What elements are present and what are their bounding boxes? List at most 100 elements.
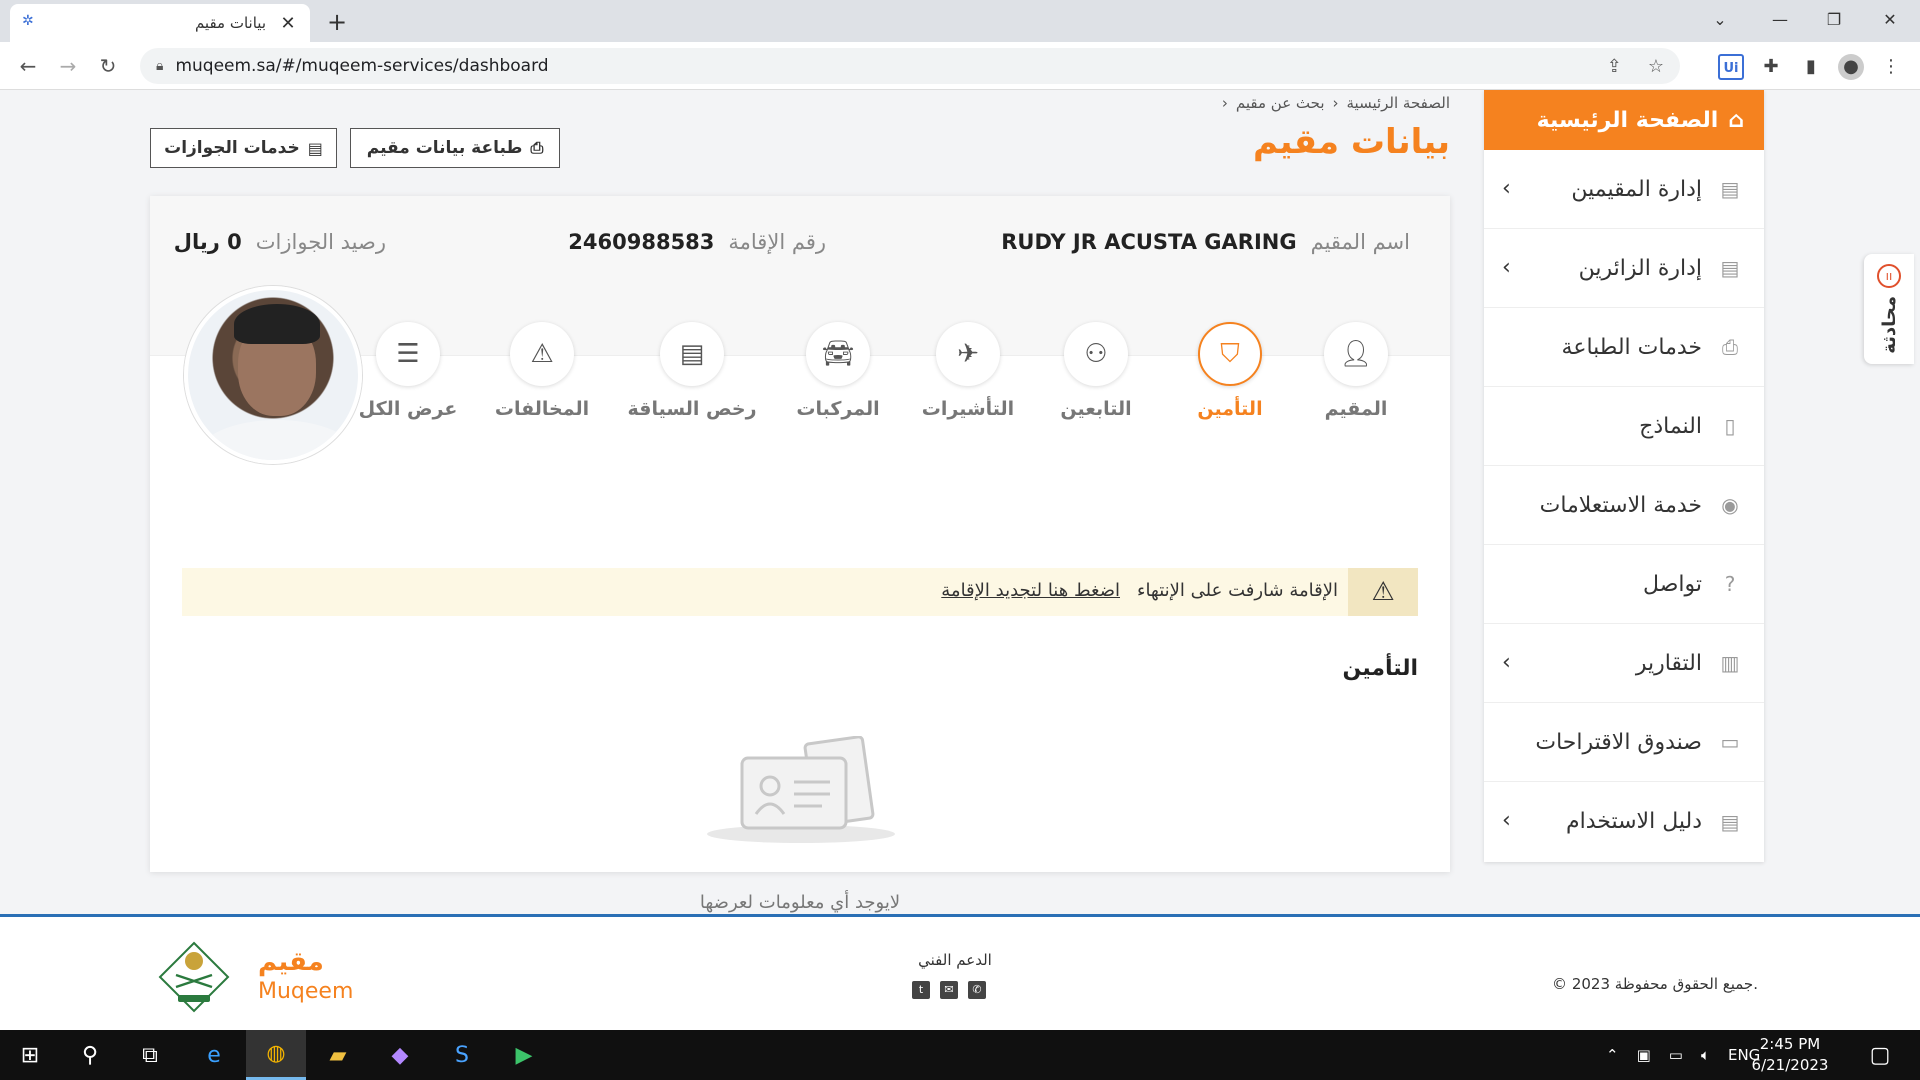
id-card-icon: ▤ [660, 322, 724, 386]
footer: © جميع الحقوق محفوظة 2023. الدعم الفني t… [0, 917, 1920, 1030]
back-icon[interactable]: ← [14, 52, 42, 80]
email-icon[interactable]: ✉ [940, 981, 958, 999]
sidebar-home-label: الصفحة الرئيسية [1536, 107, 1719, 133]
sidebar-item-label: خدمة الاستعلامات [1539, 492, 1702, 518]
print-resident-button[interactable]: طباعة بيانات مقيم ⎙ [350, 128, 560, 168]
sidebar-item-label: خدمات الطباعة [1561, 334, 1702, 360]
clock-date: 6/21/2023 [1751, 1056, 1829, 1074]
shield-icon: ⛉ [1198, 322, 1262, 386]
sidebar-item-visitors[interactable]: ‹ إدارة الزائرين ▤ [1484, 229, 1764, 308]
home-icon: ⌂ [1728, 107, 1744, 133]
volume-icon[interactable]: 🔈︎ [1701, 1046, 1710, 1064]
new-tab-icon[interactable]: + [322, 8, 352, 36]
search-icon[interactable]: ⚲ [60, 1030, 120, 1080]
address-bar[interactable]: 🔒︎ muqeem.sa/#/muqeem-services/dashboard… [140, 48, 1680, 84]
app-s-icon[interactable]: S [432, 1030, 492, 1080]
profile-avatar-icon[interactable]: ● [1838, 54, 1864, 80]
empty-document-icon [707, 736, 895, 843]
balance-value: 0 ريال [173, 230, 242, 254]
tab-dependents-label: التابعين [1060, 398, 1132, 420]
reload-icon[interactable]: ↻ [94, 52, 122, 80]
tab-vehicles[interactable]: 🚘︎ المركبات [778, 322, 898, 420]
sidepanel-icon[interactable]: ▮ [1798, 54, 1824, 80]
sidebar-item-forms[interactable]: النماذج ▯ [1484, 387, 1764, 466]
clock-time: 2:45 PM [1759, 1035, 1821, 1053]
chat-icon: ıı [1877, 264, 1901, 288]
url-text[interactable]: muqeem.sa/#/muqeem-services/dashboard [175, 56, 1580, 76]
system-tray: ⌃ ▣ ▭ 🔈︎ ENG [1606, 1030, 1760, 1080]
tab-violations-label: المخالفات [494, 398, 590, 420]
sidebar-item-reports[interactable]: ‹ التقارير ▥ [1484, 624, 1764, 703]
sidebar-item-suggestions[interactable]: صندوق الاقتراحات ▭ [1484, 703, 1764, 782]
sidebar-item-label: تواصل [1643, 571, 1702, 597]
chevron-left-icon: ‹ [1502, 808, 1511, 833]
tray-security-icon[interactable]: ▣ [1637, 1046, 1651, 1064]
internet-explorer-icon[interactable]: e [184, 1030, 244, 1080]
sidebar-item-home[interactable]: الصفحة الرئيسية ⌂ [1484, 90, 1764, 150]
share-icon[interactable]: ⇪ [1607, 56, 1622, 77]
renew-iqama-link[interactable]: اضغط هنا لتجديد الإقامة [941, 580, 1120, 601]
twitter-icon[interactable]: t [912, 981, 930, 999]
bookmark-star-icon[interactable]: ☆ [1648, 56, 1664, 77]
inbox-icon: ▭ [1720, 730, 1740, 754]
windows-start-icon[interactable]: ⊞ [0, 1030, 60, 1080]
media-player-icon[interactable]: ▶ [494, 1030, 554, 1080]
sidebar-item-inquiries[interactable]: خدمة الاستعلامات ◉ [1484, 466, 1764, 545]
browser-menu-icon[interactable]: ⋮ [1878, 54, 1904, 80]
muqeem-logo-arabic: مقيم [258, 947, 324, 977]
site-favicon-icon: ✲ [22, 13, 34, 29]
tab-visas[interactable]: ✈ التأشيرات [908, 322, 1028, 420]
plane-icon: ✈ [936, 322, 1000, 386]
chevron-left-icon: ‹ [1502, 650, 1511, 675]
task-view-icon[interactable]: ⧉ [120, 1030, 180, 1080]
tab-show-all-label: عرض الكل [358, 398, 458, 420]
sidebar-item-printing[interactable]: خدمات الطباعة ⎙ [1484, 308, 1764, 387]
tab-driving-licenses[interactable]: ▤ رخص السياقة [628, 322, 757, 420]
tab-show-all[interactable]: ☰ عرض الكل [348, 322, 468, 420]
tray-chevron-up-icon[interactable]: ⌃ [1606, 1046, 1619, 1064]
breadcrumb-search-resident[interactable]: بحث عن مقيم [1236, 94, 1325, 112]
extension-ui-icon[interactable]: Ui [1718, 54, 1744, 80]
support-links: t ✉ ✆ [912, 981, 986, 999]
book-icon: ▤ [1720, 809, 1740, 834]
network-icon[interactable]: ▭ [1669, 1046, 1683, 1064]
app-icon[interactable]: ◆ [370, 1030, 430, 1080]
lock-icon: 🔒︎ [156, 58, 164, 74]
window-close-icon[interactable]: ✕ [1862, 0, 1918, 38]
sidebar: الصفحة الرئيسية ⌂ ‹ إدارة المقيمين ▤ ‹ إ… [1484, 90, 1764, 862]
notifications-icon[interactable]: ▢ [1850, 1030, 1910, 1080]
printer-icon: ⎙ [530, 138, 544, 157]
browser-tab[interactable]: ✲ بيانات مقيم ✕ [10, 4, 310, 42]
sidebar-item-user-guide[interactable]: ‹ دليل الاستخدام ▤ [1484, 782, 1764, 861]
passport-services-button[interactable]: خدمات الجوازات ▤ [150, 128, 337, 168]
minimize-icon[interactable]: — [1752, 0, 1808, 38]
tab-insurance[interactable]: ⛉ التأمين [1170, 322, 1290, 420]
tab-violations[interactable]: ⚠ المخالفات [482, 322, 602, 420]
page-content: الصفحة الرئيسية ‹ بحث عن مقيم ‹ بيانات م… [0, 90, 1920, 1030]
tab-resident[interactable]: 👤︎ المقيم [1296, 322, 1416, 420]
id-card-icon: ▤ [1720, 256, 1740, 280]
tab-search-icon[interactable]: ⌄ [1692, 0, 1748, 38]
extensions-puzzle-icon[interactable]: ✚ [1758, 54, 1784, 80]
id-card-icon: ▤ [307, 138, 323, 158]
tab-visas-label: التأشيرات [921, 398, 1015, 420]
chat-tab[interactable]: ıı محادثة [1864, 254, 1914, 364]
file-explorer-icon[interactable]: ▰ [308, 1030, 368, 1080]
restore-icon[interactable]: ❐ [1806, 0, 1862, 38]
tab-close-icon[interactable]: ✕ [278, 13, 298, 34]
forward-icon[interactable]: → [54, 52, 82, 80]
chrome-icon[interactable]: ◍ [246, 1030, 306, 1080]
sidebar-item-contact[interactable]: تواصل ? [1484, 545, 1764, 624]
breadcrumb-home[interactable]: الصفحة الرئيسية [1347, 94, 1451, 112]
browser-toolbar: ← → ↻ 🔒︎ muqeem.sa/#/muqeem-services/das… [0, 42, 1920, 90]
balance-field: رصيد الجوازات 0 ريال [174, 230, 386, 254]
taskbar: ⊞ ⚲ ⧉ e ◍ ▰ ◆ S ▶ ⌃ ▣ ▭ 🔈︎ ENG 2:45 PM 6… [0, 1030, 1920, 1080]
car-icon: 🚘︎ [806, 322, 870, 386]
muqeem-logo-english: Muqeem [258, 979, 354, 1004]
clock[interactable]: 2:45 PM 6/21/2023 [1740, 1034, 1840, 1076]
phone-icon[interactable]: ✆ [968, 981, 986, 999]
sidebar-item-residents[interactable]: ‹ إدارة المقيمين ▤ [1484, 150, 1764, 229]
tab-dependents[interactable]: ⚇ التابعين [1036, 322, 1156, 420]
chevron-left-icon: ‹ [1502, 255, 1511, 280]
empty-state-text: لايوجد أي معلومات لعرضها [699, 892, 901, 913]
